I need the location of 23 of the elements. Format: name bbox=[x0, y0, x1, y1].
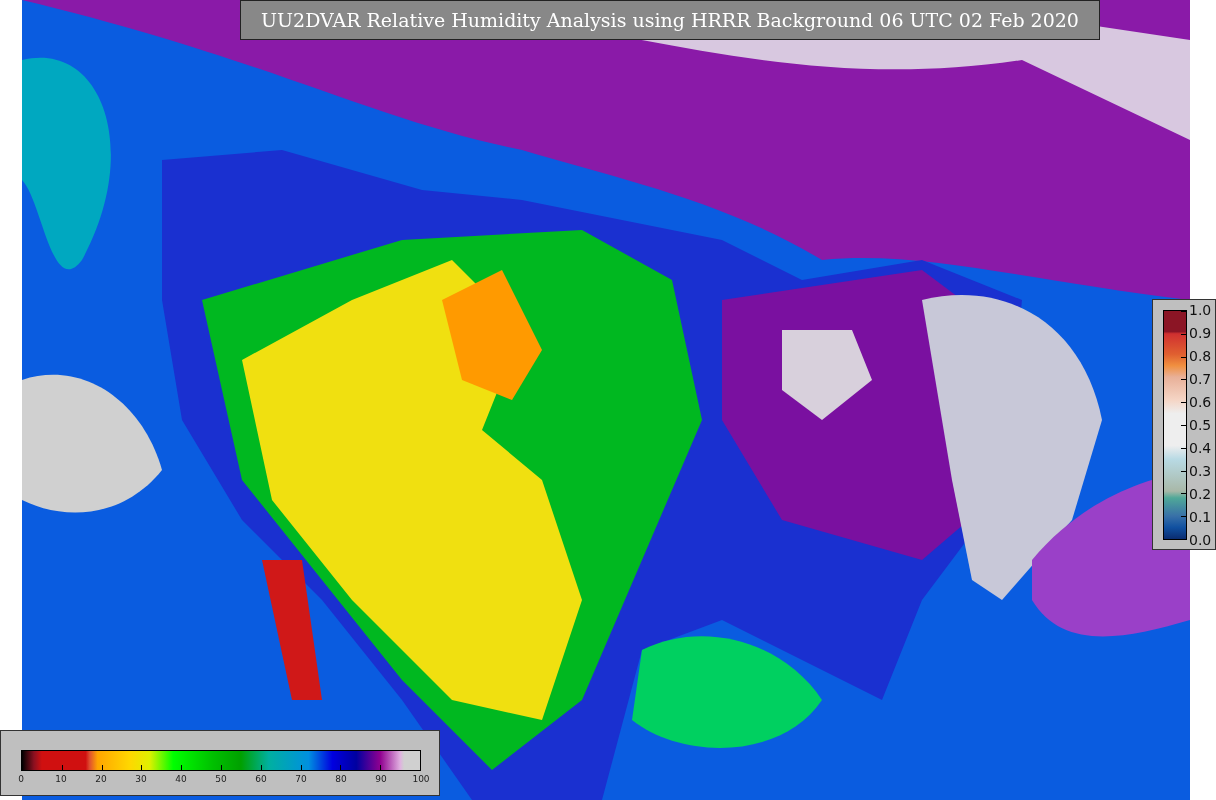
tick-label: 0.0 bbox=[1189, 531, 1212, 550]
tick-label: 90 bbox=[374, 773, 388, 786]
map-title: UU2DVAR Relative Humidity Analysis using HRRR Background 06 UTC 02 Feb 2020 bbox=[240, 0, 1100, 40]
tick-label: 0.6 bbox=[1189, 393, 1212, 412]
tick-label: 0.5 bbox=[1189, 416, 1212, 435]
tick-label: 0 bbox=[17, 773, 25, 786]
tick-label: 10 bbox=[54, 773, 68, 786]
tick-label: 60 bbox=[254, 773, 268, 786]
tick-label: 20 bbox=[94, 773, 108, 786]
tick-label: 80 bbox=[334, 773, 348, 786]
tick-label: 0.9 bbox=[1189, 324, 1212, 343]
tick-label: 50 bbox=[214, 773, 228, 786]
tick-label: 100 bbox=[411, 773, 431, 786]
tick-label: 0.8 bbox=[1189, 347, 1212, 366]
tick-label: 0.4 bbox=[1189, 439, 1212, 458]
tick-label: 70 bbox=[294, 773, 308, 786]
tick-label: 30 bbox=[134, 773, 148, 786]
tick-label: 40 bbox=[174, 773, 188, 786]
tick-label: 0.2 bbox=[1189, 485, 1212, 504]
tick-label: 0.1 bbox=[1189, 508, 1212, 527]
tick-label: 0.7 bbox=[1189, 370, 1212, 389]
tick-label: 1.0 bbox=[1189, 301, 1212, 320]
tick-label: 0.3 bbox=[1189, 462, 1212, 481]
